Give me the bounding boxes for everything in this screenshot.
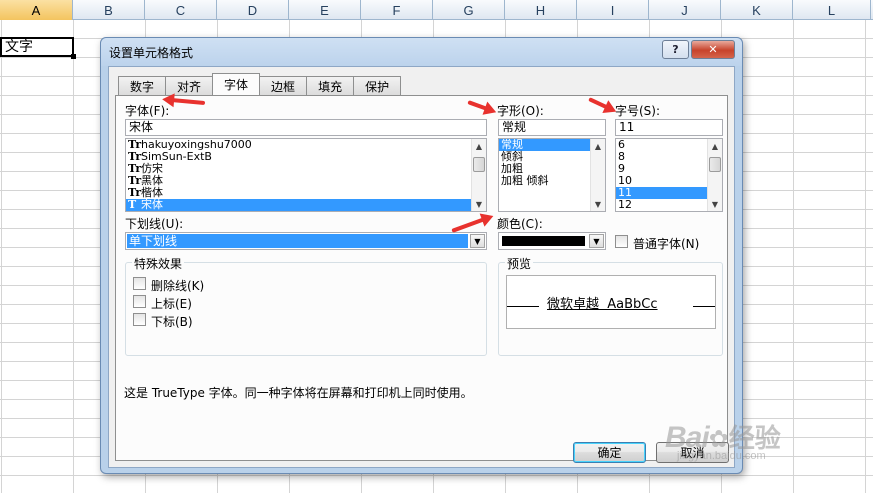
column-header-k[interactable]: K (721, 0, 793, 20)
normal-font-checkbox[interactable] (615, 235, 628, 248)
font-tab-panel: 字体(F): 宋体 Trhakuyoxingshu7000 TrSimSun-Ex… (115, 95, 728, 461)
list-item[interactable]: Tr黑体 (126, 175, 486, 187)
font-size-label: 字号(S): (615, 104, 661, 118)
font-style-label: 字形(O): (497, 104, 544, 118)
column-header-h[interactable]: H (505, 0, 577, 20)
underline-label: 下划线(U): (125, 217, 184, 231)
chevron-down-icon[interactable]: ▼ (589, 234, 604, 248)
baidu-logo-cn: 经验 (728, 423, 781, 453)
dialog-title-bar[interactable]: 设置单元格格式 ? ✕ (101, 38, 742, 66)
column-header-b[interactable]: B (73, 0, 145, 20)
column-header-g[interactable]: G (433, 0, 505, 20)
scroll-down-arrow-icon[interactable]: ▼ (708, 197, 722, 211)
list-item[interactable]: Tr仿宋 (126, 163, 486, 175)
ok-button[interactable]: 确定 (573, 442, 646, 463)
preview-text: 微软卓越 AaBbCc (547, 297, 658, 312)
list-item[interactable]: TrSimSun-ExtB (126, 151, 486, 163)
close-button[interactable]: ✕ (691, 40, 735, 59)
size-list-scrollbar[interactable]: ▲ ▼ (707, 139, 722, 211)
tab-2[interactable]: 字体 (212, 73, 261, 95)
font-list[interactable]: Trhakuyoxingshu7000 TrSimSun-ExtB Tr仿宋 Tr黑体… (125, 138, 487, 212)
baidu-url: jingyan.baidu.com (677, 450, 766, 462)
font-size-input[interactable]: 11 (615, 119, 723, 136)
strikethrough-label: 删除线(K) (151, 279, 205, 293)
list-item[interactable]: Tr楷体 (126, 187, 486, 199)
font-list-scrollbar[interactable]: ▲ ▼ (471, 139, 486, 211)
tab-4[interactable]: 填充 (306, 76, 355, 95)
list-item-label: 加粗 倾斜 (501, 174, 549, 187)
column-header-l[interactable]: L (793, 0, 871, 20)
font-size-list[interactable]: 6 8 9 10 11 12 ▲ ▼ (615, 138, 723, 212)
tab-0[interactable]: 数字 (118, 76, 167, 95)
list-item-label: 宋体 (141, 198, 163, 211)
column-header-c[interactable]: C (145, 0, 217, 20)
column-headers: ABCDEFGHIJKL (0, 0, 873, 20)
tab-5[interactable]: 保护 (353, 76, 402, 95)
subscript-label: 下标(B) (151, 315, 193, 329)
dialog-title: 设置单元格格式 (109, 46, 194, 60)
style-list-scrollbar[interactable]: ▲ ▼ (590, 139, 605, 211)
dialog-client-area: 数字 对齐 字体 边框 填充 保护 字体(F): 宋体 Trhakuyoxingshu70… (108, 66, 735, 468)
list-item-label: 12 (618, 198, 632, 211)
chevron-down-icon[interactable]: ▼ (470, 234, 485, 248)
column-header-a[interactable]: A (0, 0, 73, 20)
preview-title: 预览 (505, 255, 534, 272)
scroll-down-arrow-icon[interactable]: ▼ (591, 197, 605, 211)
underline-combo[interactable]: 单下划线 ▼ (125, 232, 487, 250)
scroll-up-arrow-icon[interactable]: ▲ (708, 139, 722, 153)
column-header-i[interactable]: I (577, 0, 649, 20)
subscript-checkbox[interactable] (133, 313, 146, 326)
column-header-j[interactable]: J (649, 0, 721, 20)
font-style-list[interactable]: 常规 倾斜 加粗 加粗 倾斜 ▲ ▼ (498, 138, 606, 212)
truetype-icon: T (128, 198, 137, 211)
scroll-thumb[interactable] (473, 157, 485, 172)
superscript-checkbox[interactable] (133, 295, 146, 308)
scroll-up-arrow-icon[interactable]: ▲ (472, 139, 486, 153)
scroll-down-arrow-icon[interactable]: ▼ (472, 197, 486, 211)
help-button[interactable]: ? (662, 40, 689, 59)
baidu-watermark: Bai✿经验 jingyan.baidu.com (665, 418, 781, 462)
font-style-input[interactable]: 常规 (498, 119, 606, 136)
scroll-up-arrow-icon[interactable]: ▲ (591, 139, 605, 153)
effects-title: 特殊效果 (132, 255, 185, 272)
column-header-e[interactable]: E (289, 0, 361, 20)
normal-font-label: 普通字体(N) (633, 237, 700, 251)
color-swatch (502, 236, 585, 246)
column-header-d[interactable]: D (217, 0, 289, 20)
column-header-f[interactable]: F (361, 0, 433, 20)
cell-a1[interactable]: 文字 (0, 37, 76, 59)
tab-3[interactable]: 边框 (259, 76, 308, 95)
info-text: 这是 TrueType 字体。同一种字体将在屏幕和打印机上同时使用。 (124, 386, 473, 400)
paw-icon: ✿ (708, 426, 729, 453)
strikethrough-checkbox[interactable] (133, 277, 146, 290)
color-label: 颜色(C): (497, 217, 543, 231)
tab-strip: 数字 对齐 字体 边框 填充 保护 (118, 73, 402, 95)
color-combo[interactable]: ▼ (498, 232, 606, 250)
effects-group: 特殊效果 删除线(K) 上标(E) 下标(B) (125, 255, 487, 356)
underline-value: 单下划线 (127, 234, 468, 248)
font-input[interactable]: 宋体 (125, 119, 487, 136)
preview-group: 预览 微软卓越 AaBbCc (498, 255, 723, 356)
preview-box: 微软卓越 AaBbCc (506, 275, 716, 329)
scroll-thumb[interactable] (709, 157, 721, 172)
list-item[interactable]: T 宋体 (126, 199, 486, 211)
superscript-label: 上标(E) (151, 297, 192, 311)
